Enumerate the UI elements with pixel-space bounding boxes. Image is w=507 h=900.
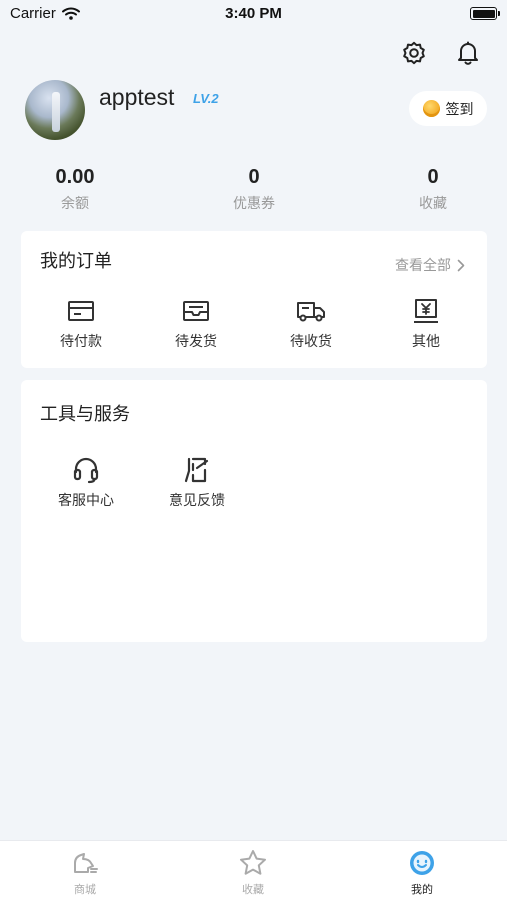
services-title: 工具与服务 <box>40 404 130 425</box>
order-pending-payment[interactable]: 待付款 <box>31 295 131 351</box>
view-all-label: 查看全部 <box>395 258 451 274</box>
username: apptest <box>99 84 175 110</box>
face-icon <box>410 851 434 875</box>
service-customer-center[interactable]: 客服中心 <box>36 454 136 510</box>
stat-label: 优惠券 <box>233 196 275 212</box>
stat-value: 0.00 <box>55 166 95 188</box>
order-label: 待付款 <box>60 334 102 350</box>
orders-card: 我的订单 查看全部 待付款 待发货 待收货 其他 <box>21 231 487 368</box>
signin-label: 签到 <box>445 101 474 118</box>
signin-button[interactable]: 签到 <box>409 91 487 126</box>
star-icon <box>240 850 266 875</box>
feedback-icon <box>184 457 209 483</box>
stat-label: 余额 <box>61 196 89 212</box>
avatar[interactable] <box>25 80 85 140</box>
order-other[interactable]: 其他 <box>376 295 476 351</box>
tab-favorites[interactable]: 收藏 <box>203 847 303 897</box>
order-pending-receipt[interactable]: 待收货 <box>261 295 361 351</box>
orders-title: 我的订单 <box>40 251 112 272</box>
stat-label: 收藏 <box>419 196 447 212</box>
chevron-right-icon <box>457 259 465 271</box>
tab-shop[interactable]: 商城 <box>35 847 135 897</box>
order-label: 其他 <box>412 334 440 350</box>
settings-button[interactable] <box>399 38 429 68</box>
order-pending-shipment[interactable]: 待发货 <box>146 295 246 351</box>
order-label: 待收货 <box>290 334 332 350</box>
truck-icon <box>297 302 325 322</box>
stat-balance[interactable]: 0.00 余额 <box>15 166 135 213</box>
tab-mine[interactable]: 我的 <box>372 847 472 897</box>
battery-icon <box>470 7 500 20</box>
notification-button[interactable] <box>453 38 483 68</box>
tab-label: 我的 <box>411 883 433 896</box>
coin-icon <box>422 100 440 117</box>
status-bar: Carrier 3:40 PM <box>0 0 507 30</box>
bell-icon <box>458 41 478 65</box>
order-label: 待发货 <box>175 334 217 350</box>
stat-value: 0 <box>248 166 260 188</box>
services-card: 工具与服务 客服中心 意见反馈 <box>21 380 487 642</box>
tab-label: 商城 <box>74 883 96 896</box>
stat-value: 0 <box>427 166 439 188</box>
tab-label: 收藏 <box>242 883 264 896</box>
view-all-orders[interactable]: 查看全部 <box>395 255 465 275</box>
stat-coupons[interactable]: 0 优惠券 <box>194 166 314 213</box>
level-badge: LV.2 <box>193 91 219 106</box>
headset-icon <box>73 457 99 484</box>
shop-icon <box>74 853 98 873</box>
service-label: 意见反馈 <box>169 493 225 509</box>
tab-bar: 商城 收藏 我的 <box>0 840 507 900</box>
service-feedback[interactable]: 意见反馈 <box>147 454 247 510</box>
status-time: 3:40 PM <box>225 5 282 22</box>
stat-favorites[interactable]: 0 收藏 <box>373 166 493 213</box>
receipt-icon <box>414 299 438 323</box>
box-icon <box>183 301 209 321</box>
gear-icon <box>403 41 425 65</box>
card-icon <box>68 301 94 321</box>
service-label: 客服中心 <box>58 493 114 509</box>
